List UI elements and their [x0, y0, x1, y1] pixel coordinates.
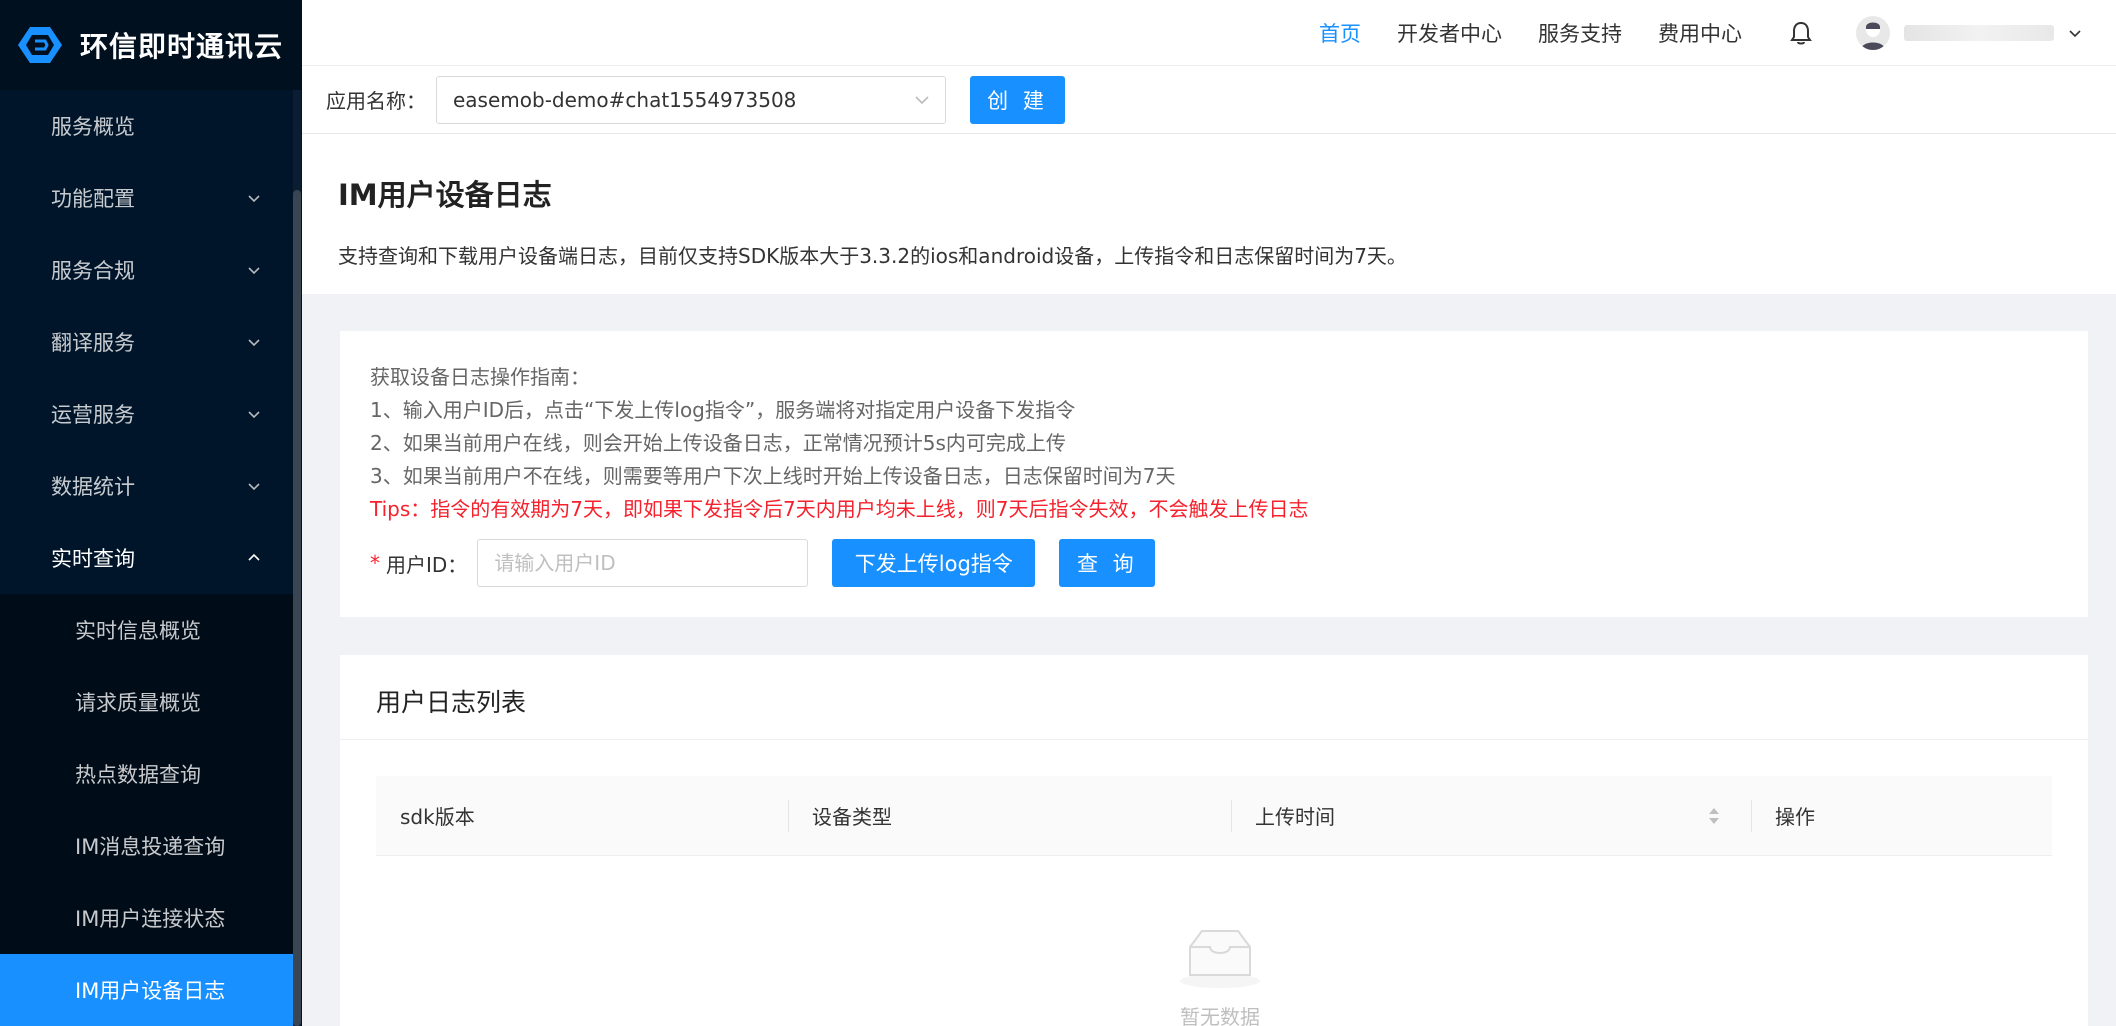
- sidebar-item-translation[interactable]: 翻译服务: [0, 306, 293, 378]
- chevron-down-icon: [248, 483, 260, 491]
- query-form: * 用户ID： 下发上传log指令 查 询: [370, 539, 1156, 587]
- sidebar-item-label: 翻译服务: [51, 331, 135, 355]
- brand-name: 环信即时通讯云: [80, 30, 284, 63]
- sidebar-item-label: 实时信息概览: [75, 619, 201, 643]
- username-blurred[interactable]: [1904, 25, 2054, 41]
- nav-billing[interactable]: 费用中心: [1658, 18, 1742, 48]
- chevron-down-icon: [248, 411, 260, 419]
- bell-icon[interactable]: [1786, 18, 1816, 48]
- sidebar: 环信即时通讯云 服务概览 功能配置 服务合规 翻译服务 运营服务 数据统计 实时…: [0, 0, 302, 1026]
- user-id-input[interactable]: [477, 539, 809, 587]
- sidebar-menu: 服务概览 功能配置 服务合规 翻译服务 运营服务 数据统计 实时查询 实时信息概…: [0, 90, 293, 1026]
- column-label: 上传时间: [1255, 805, 1335, 829]
- sidebar-item-label: 数据统计: [51, 475, 135, 499]
- user-avatar-icon: [1861, 22, 1885, 50]
- sidebar-item-label: 请求质量概览: [75, 691, 201, 715]
- sidebar-subitem-realtime-overview[interactable]: 实时信息概览: [0, 594, 293, 666]
- brand[interactable]: 环信即时通讯云: [0, 0, 302, 90]
- sidebar-item-label: IM消息投递查询: [75, 835, 226, 859]
- sidebar-subitem-message-delivery[interactable]: IM消息投递查询: [0, 810, 293, 882]
- nav-home[interactable]: 首页: [1319, 18, 1361, 48]
- user-id-label: 用户ID：: [386, 552, 468, 577]
- chevron-down-icon: [248, 195, 260, 203]
- column-header-upload-time[interactable]: 上传时间: [1231, 776, 1751, 856]
- app-select[interactable]: easemob-demo#chat1554973508: [436, 75, 946, 124]
- page-description: 支持查询和下载用户设备端日志，目前仅支持SDK版本大于3.3.2的ios和and…: [338, 244, 1407, 268]
- sidebar-item-label: IM用户设备日志: [75, 979, 226, 1003]
- column-header-sdk-version: sdk版本: [376, 776, 788, 856]
- create-app-button[interactable]: 创 建: [970, 75, 1065, 124]
- sidebar-item-compliance[interactable]: 服务合规: [0, 234, 293, 306]
- column-label: sdk版本: [400, 805, 475, 829]
- guide-text: 获取设备日志操作指南： 1、输入用户ID后，点击“下发上传log指令”，服务端将…: [370, 361, 1308, 526]
- sidebar-item-realtime-query[interactable]: 实时查询: [0, 522, 293, 594]
- nav-developer-center[interactable]: 开发者中心: [1397, 18, 1502, 48]
- chevron-down-icon: [915, 95, 929, 104]
- column-label: 设备类型: [812, 805, 892, 829]
- column-label: 操作: [1775, 805, 1815, 829]
- send-upload-log-button[interactable]: 下发上传log指令: [832, 539, 1036, 587]
- query-button[interactable]: 查 询: [1059, 539, 1156, 587]
- brand-logo-icon: [18, 27, 62, 63]
- app-name-label: 应用名称：: [326, 89, 426, 113]
- sidebar-item-label: 服务合规: [51, 259, 135, 283]
- app-select-value: easemob-demo#chat1554973508: [453, 87, 797, 112]
- sidebar-item-statistics[interactable]: 数据统计: [0, 450, 293, 522]
- guide-step: 1、输入用户ID后，点击“下发上传log指令”，服务端将对指定用户设备下发指令: [370, 398, 1076, 422]
- empty-inbox-icon: [1180, 930, 1260, 988]
- column-header-actions: 操作: [1751, 776, 2052, 856]
- guide-tips: Tips：指令的有效期为7天，即如果下发指令后7天内用户均未上线，则7天后指令失…: [370, 497, 1309, 521]
- sidebar-scroll-thumb[interactable]: [293, 190, 301, 1026]
- sidebar-item-label: 热点数据查询: [75, 763, 201, 787]
- empty-state: 暂无数据: [1170, 925, 1270, 1026]
- column-header-device-type: 设备类型: [788, 776, 1231, 856]
- sidebar-subitem-hot-data[interactable]: 热点数据查询: [0, 738, 293, 810]
- guide-step: 3、如果当前用户不在线，则需要等用户下次上线时开始上传设备日志，日志保留时间为7…: [370, 464, 1176, 488]
- app-bar: 应用名称： easemob-demo#chat1554973508 创 建: [302, 66, 2116, 134]
- table-header: sdk版本 设备类型 上传时间 操作: [376, 776, 2052, 856]
- chevron-down-icon[interactable]: [2066, 24, 2084, 42]
- chevron-down-icon: [248, 339, 260, 347]
- required-mark: *: [370, 551, 380, 575]
- sidebar-item-feature-config[interactable]: 功能配置: [0, 162, 293, 234]
- sidebar-item-label: IM用户连接状态: [75, 907, 226, 931]
- divider: [340, 739, 2088, 740]
- empty-text: 暂无数据: [1180, 1005, 1260, 1026]
- top-nav: 首页 开发者中心 服务支持 费用中心: [1319, 0, 2116, 66]
- sidebar-item-label: 运营服务: [51, 403, 135, 427]
- sidebar-scrollbar[interactable]: [293, 90, 301, 1026]
- guide-card: 获取设备日志操作指南： 1、输入用户ID后，点击“下发上传log指令”，服务端将…: [340, 331, 2088, 617]
- sidebar-item-overview[interactable]: 服务概览: [0, 90, 293, 162]
- guide-step: 2、如果当前用户在线，则会开始上传设备日志，正常情况预计5s内可完成上传: [370, 431, 1066, 455]
- chevron-down-icon: [248, 267, 260, 275]
- sidebar-item-label: 实时查询: [51, 547, 135, 571]
- sidebar-item-label: 功能配置: [51, 187, 135, 211]
- chevron-up-icon: [248, 553, 260, 561]
- guide-heading: 获取设备日志操作指南：: [370, 365, 590, 389]
- sidebar-subitem-connection-status[interactable]: IM用户连接状态: [0, 882, 293, 954]
- sidebar-item-label: 服务概览: [51, 115, 135, 139]
- log-list-card: 用户日志列表 sdk版本 设备类型 上传时间 操作 暂无数据: [340, 655, 2088, 1026]
- top-header: 首页 开发者中心 服务支持 费用中心: [302, 0, 2116, 66]
- sidebar-subitem-request-quality[interactable]: 请求质量概览: [0, 666, 293, 738]
- sort-icon[interactable]: [1707, 805, 1721, 827]
- sidebar-item-operations[interactable]: 运营服务: [0, 378, 293, 450]
- sidebar-subitem-device-log[interactable]: IM用户设备日志: [0, 954, 293, 1026]
- list-title: 用户日志列表: [376, 688, 527, 717]
- page-header: IM用户设备日志 支持查询和下载用户设备端日志，目前仅支持SDK版本大于3.3.…: [302, 134, 2116, 294]
- avatar[interactable]: [1856, 16, 1890, 50]
- page-title: IM用户设备日志: [338, 178, 552, 212]
- nav-support[interactable]: 服务支持: [1538, 18, 1622, 48]
